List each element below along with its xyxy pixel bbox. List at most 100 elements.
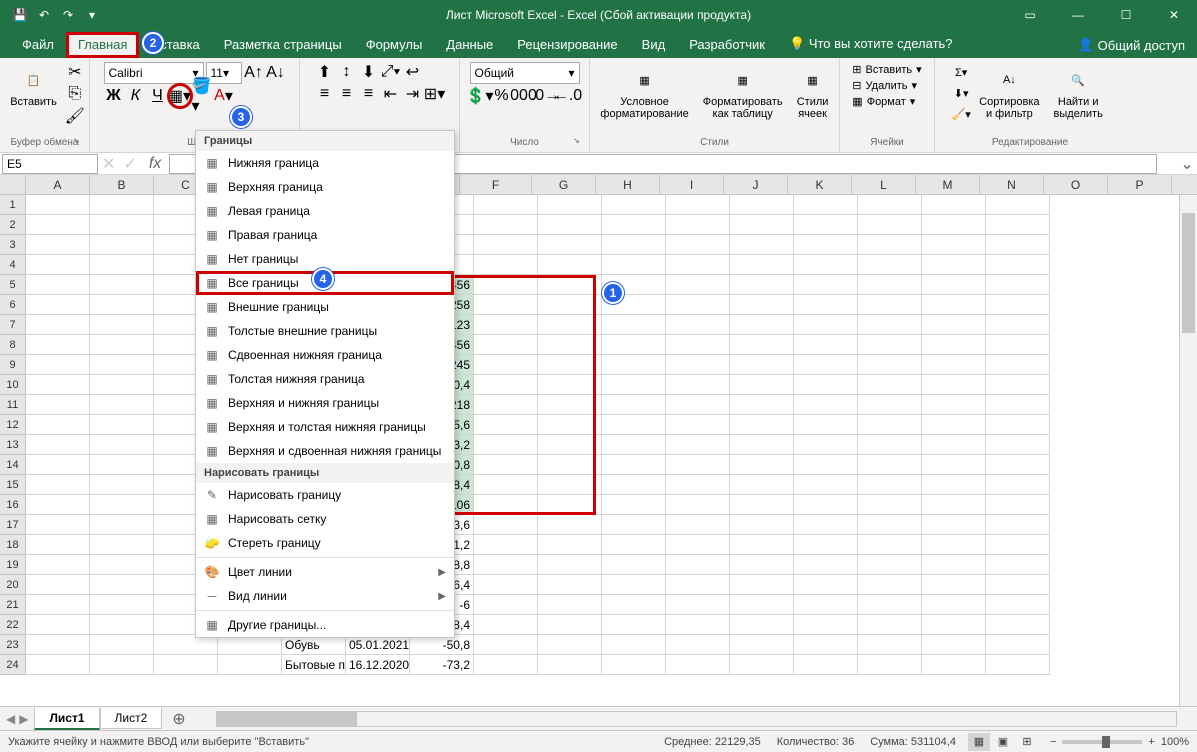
cell[interactable]: [794, 595, 858, 615]
cell[interactable]: [794, 355, 858, 375]
cell[interactable]: [538, 195, 602, 215]
cell[interactable]: [90, 635, 154, 655]
cell[interactable]: [986, 495, 1050, 515]
view-normal-button[interactable]: ▦: [968, 733, 990, 751]
fill-color-button[interactable]: 🪣▾: [192, 86, 212, 106]
cell[interactable]: [794, 235, 858, 255]
cell[interactable]: [538, 395, 602, 415]
orientation-button[interactable]: ⤢▾: [381, 62, 401, 82]
cell[interactable]: [26, 495, 90, 515]
cell[interactable]: [666, 335, 730, 355]
window-close[interactable]: ✕: [1151, 0, 1197, 30]
cell[interactable]: [922, 255, 986, 275]
cell[interactable]: [602, 415, 666, 435]
cell[interactable]: [666, 315, 730, 335]
cell[interactable]: [26, 235, 90, 255]
cell[interactable]: [90, 515, 154, 535]
cell[interactable]: [730, 475, 794, 495]
cell[interactable]: [858, 555, 922, 575]
align-middle-button[interactable]: ↕: [337, 62, 357, 82]
cell[interactable]: [858, 195, 922, 215]
cell[interactable]: [730, 195, 794, 215]
cell[interactable]: [666, 395, 730, 415]
window-minimize[interactable]: —: [1055, 0, 1101, 30]
view-page-layout-button[interactable]: ▣: [992, 733, 1014, 751]
tab-data[interactable]: Данные: [434, 32, 505, 58]
row-header[interactable]: 13: [0, 435, 26, 455]
cell[interactable]: [538, 235, 602, 255]
cell[interactable]: [538, 575, 602, 595]
cell[interactable]: [538, 535, 602, 555]
cell[interactable]: [794, 555, 858, 575]
cell[interactable]: [922, 615, 986, 635]
insert-cells-button[interactable]: ⊞ Вставить ▾: [848, 62, 925, 77]
cell[interactable]: [154, 655, 218, 675]
cell[interactable]: [666, 415, 730, 435]
cell[interactable]: [794, 195, 858, 215]
cell[interactable]: [26, 255, 90, 275]
cell[interactable]: [474, 275, 538, 295]
cell[interactable]: [794, 515, 858, 535]
row-header[interactable]: 4: [0, 255, 26, 275]
cell[interactable]: [730, 215, 794, 235]
cell[interactable]: [858, 575, 922, 595]
cell[interactable]: [986, 235, 1050, 255]
col-header[interactable]: L: [852, 175, 916, 194]
cell[interactable]: [730, 635, 794, 655]
cell[interactable]: [858, 415, 922, 435]
cell[interactable]: [922, 315, 986, 335]
italic-button[interactable]: К: [126, 86, 146, 106]
cell[interactable]: [794, 215, 858, 235]
cell[interactable]: [538, 435, 602, 455]
cell[interactable]: [474, 575, 538, 595]
cell[interactable]: [474, 395, 538, 415]
cell[interactable]: [602, 435, 666, 455]
fx-icon[interactable]: fx: [141, 155, 169, 173]
cell[interactable]: [730, 555, 794, 575]
cell[interactable]: [26, 535, 90, 555]
cell[interactable]: [474, 215, 538, 235]
cell[interactable]: 16.12.2020: [346, 655, 410, 675]
cell[interactable]: [90, 315, 154, 335]
border-draw-option[interactable]: ─Вид линии▶: [196, 584, 454, 608]
row-header[interactable]: 2: [0, 215, 26, 235]
conditional-formatting-button[interactable]: ▦ Условное форматирование: [594, 62, 694, 122]
add-sheet-button[interactable]: ⊕: [162, 709, 195, 729]
cell[interactable]: [90, 355, 154, 375]
cell[interactable]: [986, 275, 1050, 295]
cell[interactable]: [794, 335, 858, 355]
cell[interactable]: [602, 495, 666, 515]
zoom-value[interactable]: 100%: [1161, 736, 1189, 748]
cell[interactable]: [922, 275, 986, 295]
cell[interactable]: [474, 515, 538, 535]
cell[interactable]: [666, 435, 730, 455]
cell[interactable]: [986, 535, 1050, 555]
row-header[interactable]: 14: [0, 455, 26, 475]
border-draw-option[interactable]: ▦Другие границы...: [196, 613, 454, 637]
cell[interactable]: [986, 555, 1050, 575]
cell[interactable]: [26, 515, 90, 535]
cell[interactable]: [474, 315, 538, 335]
share-button[interactable]: 👤 Общий доступ: [1065, 32, 1197, 58]
cell[interactable]: [730, 655, 794, 675]
col-header[interactable]: P: [1108, 175, 1172, 194]
cell[interactable]: [666, 495, 730, 515]
cell[interactable]: [474, 595, 538, 615]
cell[interactable]: [858, 515, 922, 535]
border-draw-option[interactable]: ✎Нарисовать границу: [196, 483, 454, 507]
cell[interactable]: [538, 215, 602, 235]
col-header[interactable]: A: [26, 175, 90, 194]
cell[interactable]: [922, 435, 986, 455]
tell-me[interactable]: 💡 Что вы хотите сделать?: [777, 31, 965, 58]
cell[interactable]: [666, 535, 730, 555]
cell[interactable]: [26, 395, 90, 415]
row-header[interactable]: 3: [0, 235, 26, 255]
v-scroll-thumb[interactable]: [1182, 213, 1195, 333]
h-scroll-thumb[interactable]: [217, 712, 357, 726]
cell[interactable]: [922, 555, 986, 575]
cell[interactable]: [666, 235, 730, 255]
cell[interactable]: 05.01.2021: [346, 635, 410, 655]
cell[interactable]: [858, 535, 922, 555]
autosum-button[interactable]: Σ▾: [951, 62, 971, 82]
cell-styles-button[interactable]: ▦ Стили ячеек: [791, 62, 835, 122]
